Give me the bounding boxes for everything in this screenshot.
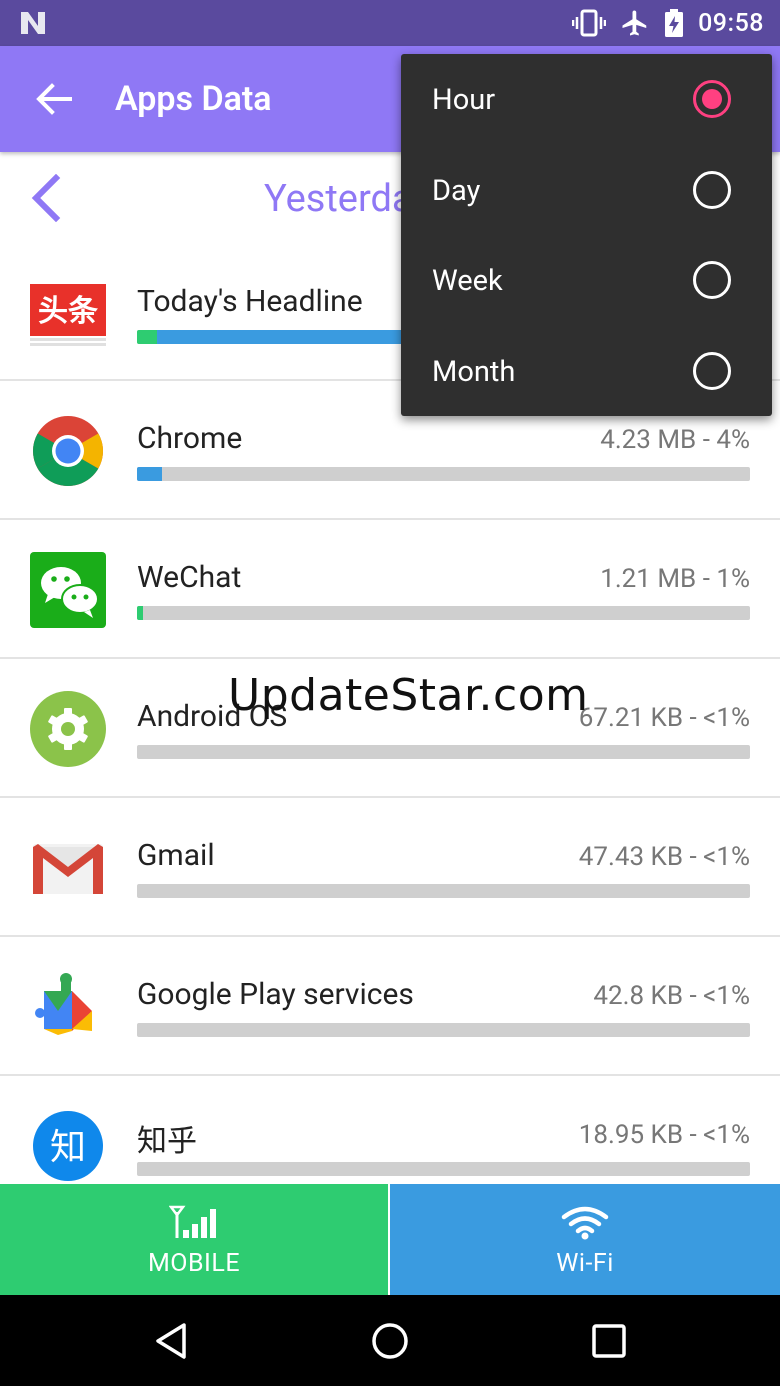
toutiao-icon: 头条 xyxy=(30,284,106,346)
status-bar: 09:58 xyxy=(0,0,780,46)
tab-wifi-label: Wi-Fi xyxy=(556,1249,614,1278)
menu-item-label: Hour xyxy=(432,83,496,117)
menu-item-label: Month xyxy=(432,354,516,389)
app-name: WeChat xyxy=(137,560,242,595)
tab-wifi[interactable]: Wi-Fi xyxy=(390,1184,780,1295)
usage-bar xyxy=(137,884,750,898)
usage-bar xyxy=(137,745,750,759)
app-usage: 4.23 MB - 4% xyxy=(600,425,750,455)
chrome-icon xyxy=(33,416,103,486)
battery-charging-icon xyxy=(665,9,684,37)
menu-item-label: Day xyxy=(432,173,481,208)
chevron-left-icon[interactable] xyxy=(28,174,64,222)
app-name: Today's Headline xyxy=(137,284,363,319)
usage-bar-fill xyxy=(137,330,413,344)
wechat-icon xyxy=(30,552,106,628)
radio-button[interactable] xyxy=(693,261,731,299)
menu-item-month[interactable]: Month xyxy=(401,326,772,417)
usage-bar xyxy=(137,467,750,481)
app-usage: 42.8 KB - <1% xyxy=(593,981,750,1011)
app-usage: 18.95 KB - <1% xyxy=(578,1120,750,1150)
airplane-mode-icon xyxy=(622,10,647,36)
status-clock: 09:58 xyxy=(698,8,764,38)
app-usage: 47.43 KB - <1% xyxy=(578,842,750,872)
app-name: Google Play services xyxy=(137,977,414,1012)
wifi-icon xyxy=(561,1206,609,1240)
mobile-signal-icon xyxy=(169,1205,216,1238)
tab-mobile[interactable]: MOBILE xyxy=(0,1184,390,1295)
nav-back-icon[interactable] xyxy=(152,1321,192,1361)
list-item[interactable]: Gmail 47.43 KB - <1% xyxy=(0,798,780,937)
toutiao-icon-label: 头条 xyxy=(38,294,98,329)
app-usage: 1.21 MB - 1% xyxy=(600,564,750,594)
gmail-icon xyxy=(33,844,103,894)
nav-home-icon[interactable] xyxy=(370,1321,410,1361)
page-title: Apps Data xyxy=(115,79,272,119)
menu-item-week[interactable]: Week xyxy=(401,235,772,326)
list-item[interactable]: Google Play services 42.8 KB - <1% xyxy=(0,937,780,1076)
usage-bar xyxy=(137,1162,750,1176)
system-nav-bar xyxy=(0,1295,780,1386)
menu-item-label: Week xyxy=(432,264,503,298)
google-play-services-icon xyxy=(35,973,92,1035)
app-name: 知乎 xyxy=(137,1124,197,1159)
notification-n-icon xyxy=(21,12,45,34)
vibrate-icon xyxy=(572,9,607,37)
period-popup-menu: Hour Day Week Month xyxy=(401,54,772,416)
usage-bar-fill xyxy=(137,606,144,620)
app-usage: 67.21 KB - <1% xyxy=(578,703,750,733)
app-name: Chrome xyxy=(137,421,243,456)
menu-item-day[interactable]: Day xyxy=(401,145,772,236)
radio-button[interactable] xyxy=(693,80,731,118)
android-os-icon xyxy=(30,691,106,767)
radio-button[interactable] xyxy=(693,351,731,390)
usage-bar-fill xyxy=(137,467,162,481)
nav-recents-icon[interactable] xyxy=(589,1321,629,1361)
menu-item-hour[interactable]: Hour xyxy=(401,54,772,145)
tab-mobile-label: MOBILE xyxy=(147,1249,241,1278)
list-item[interactable]: WeChat 1.21 MB - 1% xyxy=(0,520,780,659)
app-name: Gmail xyxy=(137,838,215,873)
radio-button[interactable] xyxy=(693,170,731,209)
watermark: UpdateStar.com xyxy=(228,670,589,721)
back-arrow-icon[interactable] xyxy=(34,79,74,119)
network-tabs: MOBILE Wi-Fi xyxy=(0,1184,780,1295)
usage-bar xyxy=(137,1023,750,1037)
usage-bar xyxy=(137,606,750,620)
zhihu-icon-label: 知 xyxy=(50,1127,86,1168)
zhihu-icon: 知 xyxy=(33,1111,103,1181)
